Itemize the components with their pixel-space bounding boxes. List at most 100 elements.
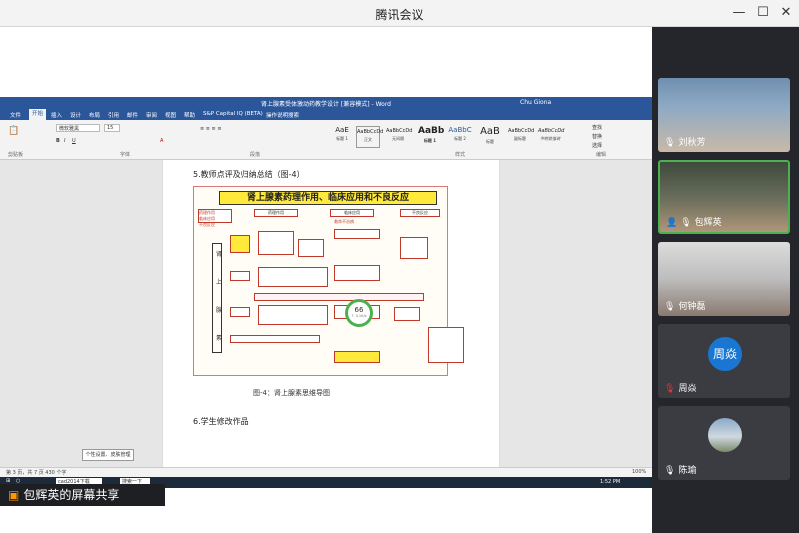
menu-home[interactable]: 开始: [29, 109, 47, 120]
menu-view[interactable]: 视图: [165, 111, 176, 119]
style-no-spacing[interactable]: AaBbCcDd 无间隔: [386, 126, 412, 148]
style-preview: AaE: [335, 126, 349, 134]
mic-icon: 🎙: [664, 138, 676, 148]
network-speed-badge: 66 ↑ 0.1K/s: [345, 299, 373, 327]
style-preview: AaBbCcDd: [538, 128, 565, 134]
style-title[interactable]: AaB 标题: [478, 126, 502, 148]
participant-name-text: 刘秋芳: [678, 138, 706, 148]
style-label: 标题 1: [336, 136, 348, 141]
menu-design[interactable]: 设计: [70, 111, 81, 119]
document-page[interactable]: 5.教师点评及归纳总结（图-4） 肾上腺素药理作用、临床应用和不良反应 药理作用…: [162, 160, 500, 467]
label-pharmacology: 药理作用 临床应用 不良反应: [198, 209, 232, 227]
host-icon: 👤: [666, 218, 678, 228]
badge-value: 66: [354, 306, 364, 314]
minimize-button[interactable]: —: [730, 4, 748, 22]
participant-avatar: [708, 418, 742, 452]
section-heading: 5.教师点评及归纳总结（图-4）: [193, 170, 305, 179]
participant-name: 🎙 刘秋芳: [664, 135, 705, 148]
participant-name-text: 陈瑜: [678, 466, 697, 476]
figure-note: 救命不治病: [334, 219, 354, 224]
figure-caption: 图-4：肾上腺素思维导图: [253, 389, 330, 397]
style-heading1-b[interactable]: AaBb 标题 1: [418, 126, 444, 148]
italic-button[interactable]: I: [64, 138, 65, 144]
menu-layout[interactable]: 布局: [89, 111, 100, 119]
bold-button[interactable]: B: [56, 138, 60, 144]
style-preview: AaBbC: [448, 126, 472, 134]
zoom-level[interactable]: 100%: [632, 469, 646, 475]
mic-icon: 🎙: [664, 302, 676, 312]
style-preview: AaBbCcDd: [508, 128, 535, 134]
participant-avatar: 周焱: [708, 337, 742, 371]
participant-tile[interactable]: 🎙 何钟磊: [658, 242, 790, 316]
figure-label: 药理作用: [199, 210, 215, 215]
figure-node: [428, 327, 464, 363]
page-count: 第 3 页，共 7 页 430 个字: [6, 470, 67, 476]
menu-capital-iq[interactable]: S&P Capital IQ (BETA): [203, 111, 263, 117]
figure-node: [334, 351, 380, 363]
section-heading-2: 6.学生修改作品: [193, 417, 249, 426]
participant-name-text: 包辉英: [694, 218, 722, 228]
figure-node: [298, 239, 324, 257]
paragraph-tools[interactable]: ≡ ≡ ≡ ≡: [200, 126, 222, 132]
menu-references[interactable]: 引用: [108, 111, 119, 119]
participant-name: 👤 🎙 包辉英: [666, 215, 722, 228]
menu-insert[interactable]: 插入: [51, 111, 62, 119]
tooltip: 个性设置、皮肤管理: [82, 449, 134, 461]
document-area[interactable]: 5.教师点评及归纳总结（图-4） 肾上腺素药理作用、临床应用和不良反应 药理作用…: [0, 160, 652, 467]
font-size-select[interactable]: 15: [104, 124, 120, 132]
participant-panel: 🎙 刘秋芳 👤 🎙 包辉英 🎙 何钟磊 周焱 🎙 周焱 🎙 陈瑜: [652, 27, 799, 533]
menu-help[interactable]: 帮助: [184, 111, 195, 119]
font-name-select[interactable]: 微软雅黑: [56, 124, 100, 132]
word-title: 肾上腺素受体激动药教学设计 [兼容模式] - Word: [261, 101, 391, 108]
participant-name: 🎙 陈瑜: [664, 463, 696, 476]
style-heading1[interactable]: AaE 标题 1: [330, 126, 354, 148]
find-button[interactable]: 查找: [592, 124, 602, 131]
paste-icon[interactable]: 📋: [8, 126, 19, 136]
column-adverse: 不良反应: [400, 209, 440, 217]
group-clipboard: 剪贴板: [8, 152, 24, 158]
figure-node: [230, 271, 250, 281]
style-subtle-emphasis[interactable]: AaBbCcDd 不明显强调: [538, 126, 565, 148]
figure-node: [258, 231, 294, 255]
style-label: 副标题: [514, 136, 526, 141]
word-ribbon: 📋 微软雅黑 15 B I U A ≡ ≡ ≡ ≡ 剪贴板 字体 段落 样式 编…: [0, 120, 652, 160]
figure-node: [394, 307, 420, 321]
figure-label: 临床应用: [199, 216, 215, 221]
participant-name: 🎙 何钟磊: [664, 299, 705, 312]
window-title: 腾讯会议: [375, 8, 424, 22]
group-paragraph: 段落: [250, 152, 261, 158]
mic-icon: 🎙: [664, 466, 676, 476]
close-button[interactable]: ✕: [777, 4, 795, 22]
underline-button[interactable]: U: [72, 138, 76, 144]
menu-review[interactable]: 审阅: [146, 111, 157, 119]
style-subtitle[interactable]: AaBbCcDd 副标题: [508, 126, 535, 148]
font-color-button[interactable]: A: [160, 138, 163, 144]
maximize-button[interactable]: ☐: [754, 4, 772, 22]
word-user[interactable]: Chu Giona: [520, 99, 551, 106]
shared-screen-margin-top: [0, 27, 652, 97]
figure-node: [334, 229, 380, 239]
style-label: 不明显强调: [540, 136, 560, 141]
replace-button[interactable]: 替换: [592, 133, 602, 140]
taskbar-clock: 1:52 PM: [600, 479, 621, 485]
style-label: 标题: [486, 139, 494, 144]
participant-tile[interactable]: 🎙 刘秋芳: [658, 78, 790, 152]
figure-title: 肾上腺素药理作用、临床应用和不良反应: [219, 191, 437, 205]
participant-tile-active[interactable]: 👤 🎙 包辉英: [658, 160, 790, 234]
style-normal[interactable]: AaBbCcDd 正文: [356, 126, 383, 148]
column-clinical: 临床应用: [330, 209, 374, 217]
participant-tile[interactable]: 🎙 陈瑜: [658, 406, 790, 480]
menu-mailings[interactable]: 邮件: [127, 111, 138, 119]
select-button[interactable]: 选择: [592, 142, 602, 149]
share-label-text: 包辉英的屏幕共享: [23, 488, 120, 502]
participant-tile[interactable]: 周焱 🎙 周焱: [658, 324, 790, 398]
group-styles: 样式: [455, 152, 466, 158]
menu-file[interactable]: 文件: [10, 111, 21, 119]
style-heading2[interactable]: AaBbC 标题 2: [448, 126, 472, 148]
shared-screen: 肾上腺素受体激动药教学设计 [兼容模式] - Word Chu Giona 文件…: [0, 27, 652, 533]
menu-tell-me[interactable]: 操作说明搜索: [266, 111, 299, 119]
figure-node: [254, 293, 424, 301]
participant-name: 🎙 周焱: [664, 381, 696, 394]
participant-name-text: 何钟磊: [678, 302, 706, 312]
figure-node: [230, 307, 250, 317]
